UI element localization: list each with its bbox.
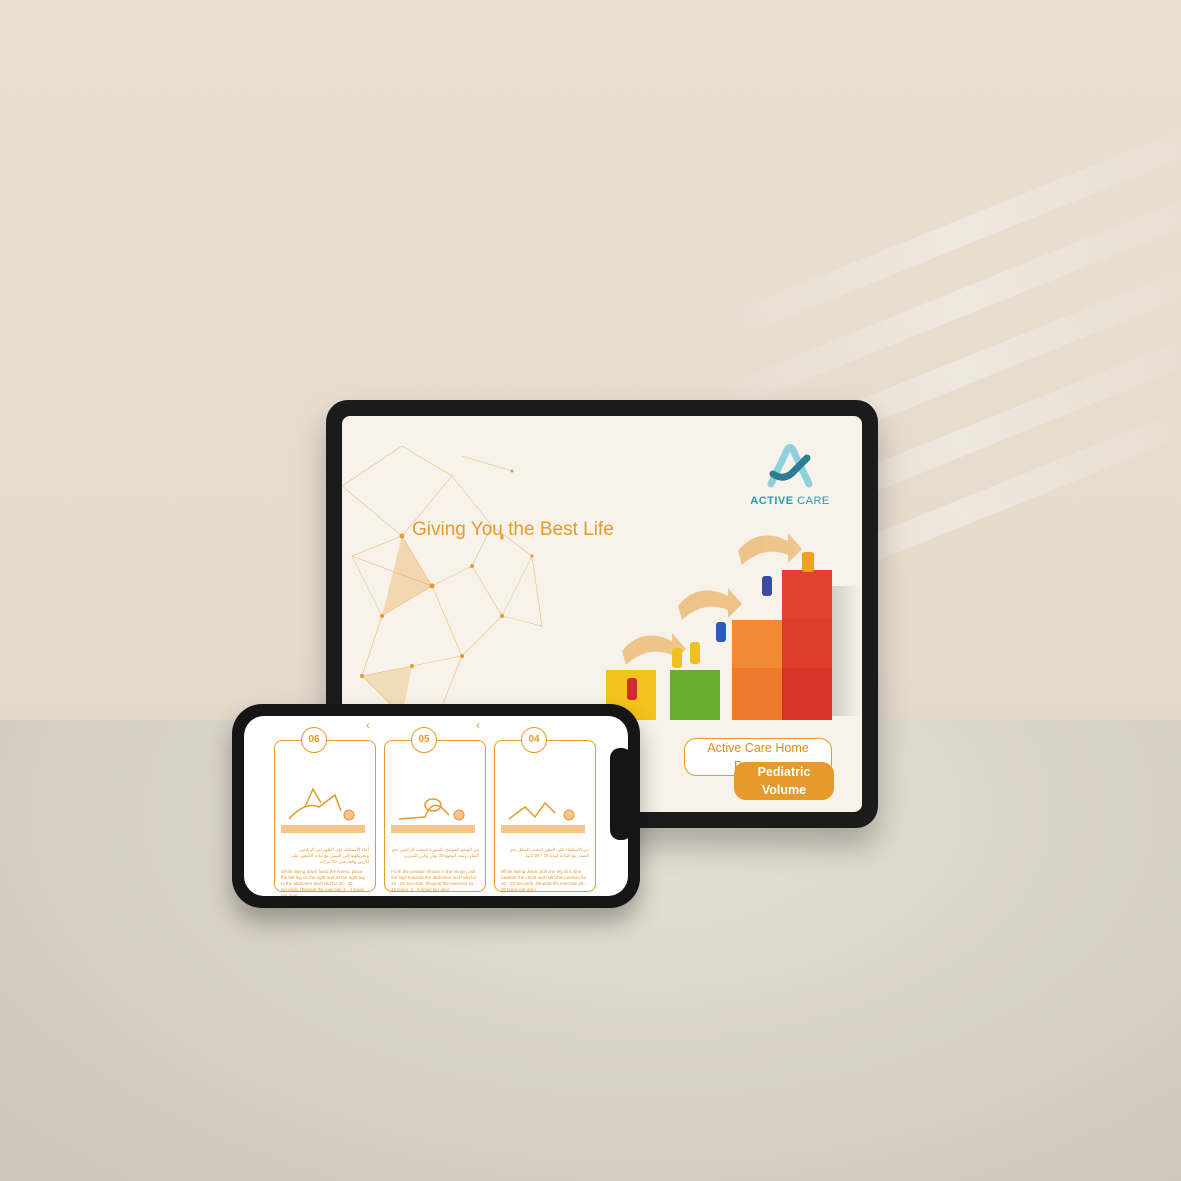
climber-figure [716,622,726,642]
exercise-mat [281,825,365,833]
exercise-card[interactable]: 05 من الوضع الموضح بالصورة اسحب الركبتين… [384,727,486,892]
logo-wordmark: ACTIVE CARE [750,495,830,507]
climber-figure [672,648,682,668]
arrow-icon [738,533,802,565]
exercise-illustration [508,801,575,821]
exercise-card[interactable]: 06 أثناء الاستلقاء على الظهر ثني الركبتي… [274,727,376,896]
red-block-middle [782,618,832,668]
red-block-top [782,570,832,618]
orange-block-bottom [732,668,782,720]
exercise-mat [501,825,585,833]
phone-device: 06 أثناء الاستلقاء على الظهر ثني الركبتي… [232,704,640,908]
blocks-shadow [832,586,862,716]
exercise-mat [391,825,475,833]
active-care-logo-icon [767,444,813,488]
chevron-left-icon[interactable]: ‹ [476,718,480,732]
exercise-illustration [288,787,355,821]
exercise-arabic-text: أثناء الاستلقاء على الظهر ثني الركبتين و… [290,847,369,864]
red-block-bottom [782,668,832,720]
green-block [670,670,720,720]
active-care-logo: ACTIVE CARE [750,444,830,507]
exercise-illustration [398,798,465,821]
phone-notch [610,748,632,840]
climber-figure [690,642,700,664]
climber-figure [802,552,814,572]
exercise-arabic-text: من الاستلقاء على الظهر اسحب الساق نحو ال… [510,847,589,858]
chevron-left-icon[interactable]: ‹ [366,718,370,732]
orange-block-top [732,620,782,668]
arrow-icon [678,588,742,620]
pediatric-volume-button[interactable]: Pediatric Volume [734,762,834,800]
climber-figure [762,576,772,596]
tablet-tagline: Giving You the Best Life [412,519,614,540]
exercise-arabic-text: من الوضع الموضح بالصورة اسحب الركبتين نح… [391,847,479,858]
climber-figure [627,678,637,700]
exercise-english-text: From the position shown in the image, pu… [391,869,477,892]
exercise-english-text: While laying down, pull one leg at a tim… [501,869,587,892]
exercise-card[interactable]: 04 من الاستلقاء على الظهر اسحب الساق نحو… [494,727,596,892]
exercise-english-text: While laying down bend the knees, place … [281,869,365,896]
phone-screen: 06 أثناء الاستلقاء على الظهر ثني الركبتي… [244,716,628,896]
